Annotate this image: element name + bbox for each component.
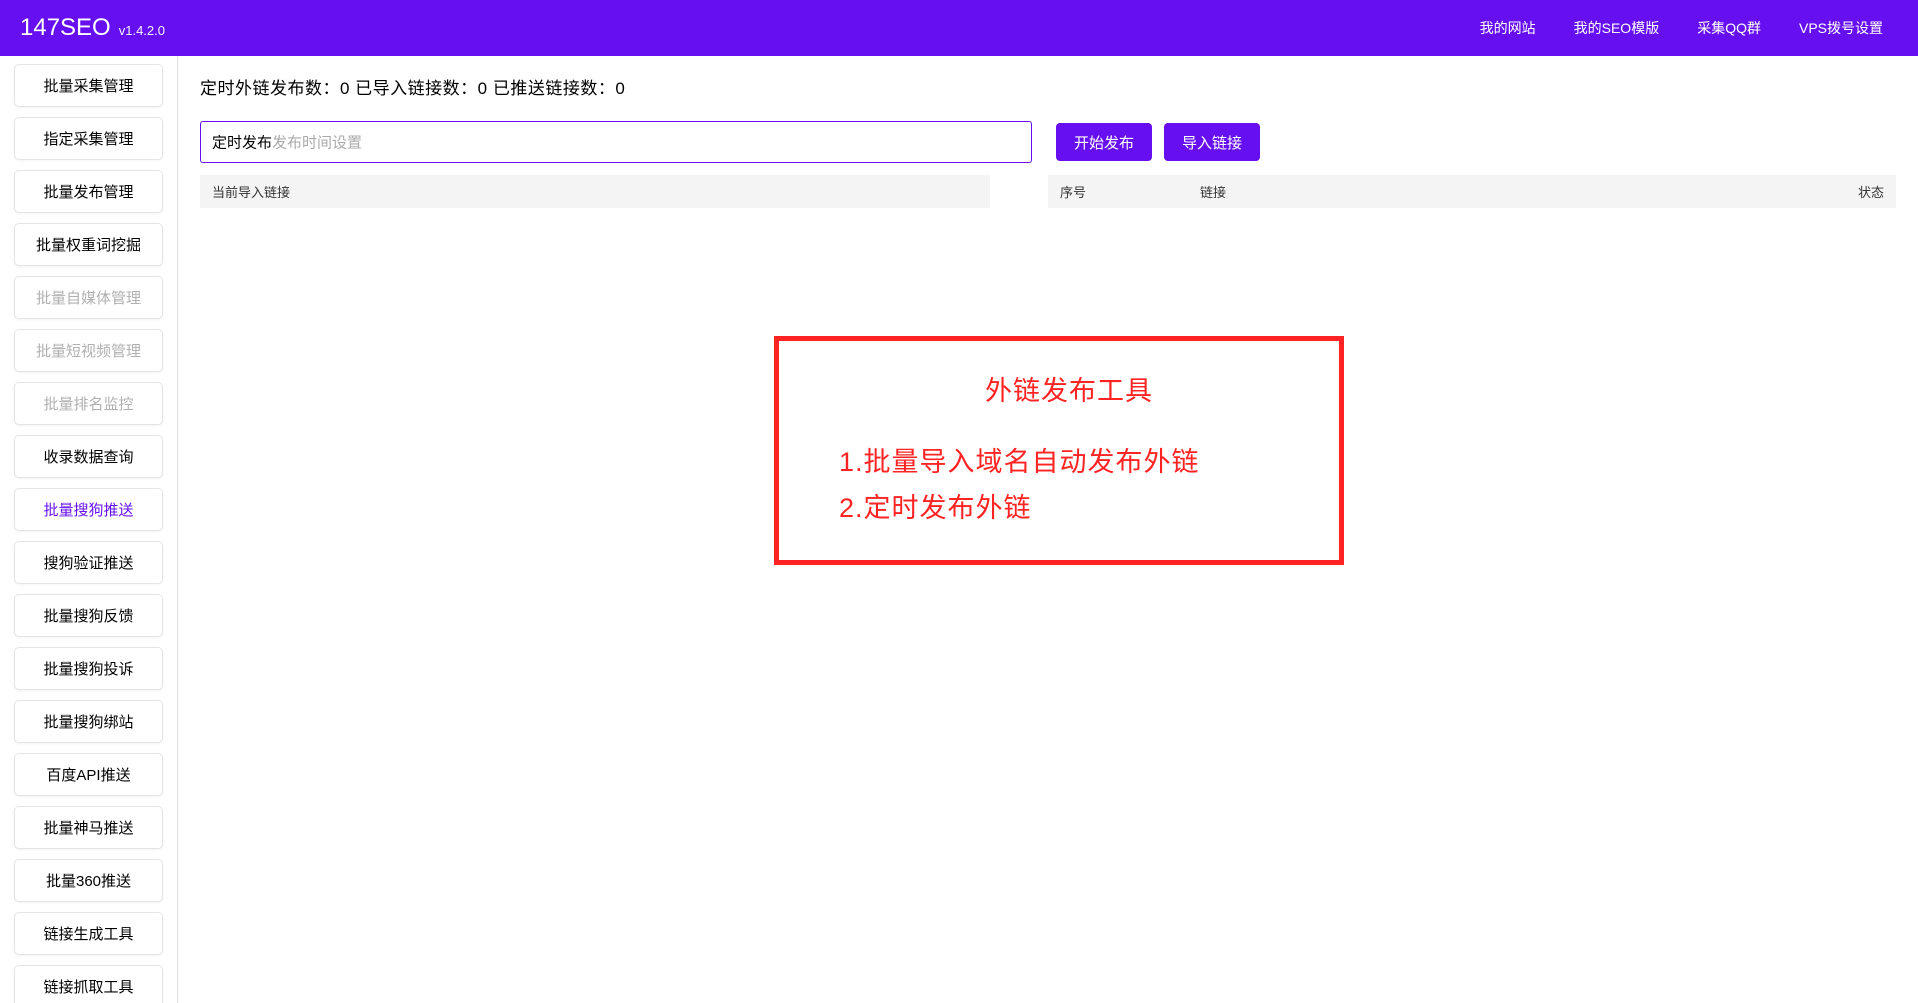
imported-links-table: 当前导入链接 <box>200 175 990 208</box>
publish-input-wrapper: 定时发布发布时间设置 <box>200 121 1032 163</box>
sidebar-item-rank-monitor: 批量排名监控 <box>14 382 163 425</box>
sidebar-item-sogou-complaint[interactable]: 批量搜狗投诉 <box>14 647 163 690</box>
controls-row: 定时发布发布时间设置 开始发布 导入链接 <box>200 121 1896 163</box>
app-logo: 147SEO <box>20 14 111 42</box>
sidebar-item-short-video: 批量短视频管理 <box>14 329 163 372</box>
sidebar-item-label: 批量采集管理 <box>43 78 133 95</box>
app-version: v1.4.2.0 <box>119 23 165 38</box>
col-status: 状态 <box>1824 182 1884 201</box>
sidebar-item-label: 链接生成工具 <box>43 926 133 943</box>
sidebar-item-label: 批量搜狗反馈 <box>43 608 133 625</box>
sidebar-item-self-media: 批量自媒体管理 <box>14 276 163 319</box>
sidebar-item-sogou-verify[interactable]: 搜狗验证推送 <box>14 541 163 584</box>
table-header-left: 当前导入链接 <box>200 175 990 208</box>
sidebar-item-label: 批量神马推送 <box>43 820 133 837</box>
sidebar-item-specified-collect[interactable]: 指定采集管理 <box>14 117 163 160</box>
sidebar-item-sogou-feedback[interactable]: 批量搜狗反馈 <box>14 594 163 637</box>
sidebar-item-label: 批量排名监控 <box>43 396 133 413</box>
sidebar-item-shenma-push[interactable]: 批量神马推送 <box>14 806 163 849</box>
publish-time-input[interactable] <box>200 121 1032 163</box>
sidebar-item-label: 链接抓取工具 <box>43 979 133 996</box>
sidebar-item-index-query[interactable]: 收录数据查询 <box>14 435 163 478</box>
header-left: 147SEO v1.4.2.0 <box>20 14 165 42</box>
sidebar-item-link-crawl[interactable]: 链接抓取工具 <box>14 965 163 1003</box>
sidebar-item-label: 批量搜狗绑站 <box>43 714 133 731</box>
col-link: 链接 <box>1200 182 1824 201</box>
sidebar-item-label: 指定采集管理 <box>43 131 133 148</box>
annotation-line-1: 1.批量导入域名自动发布外链 <box>839 440 1299 486</box>
status-table: 序号 链接 状态 <box>1048 175 1896 208</box>
col-seq: 序号 <box>1060 182 1200 201</box>
sidebar-item-batch-collect[interactable]: 批量采集管理 <box>14 64 163 107</box>
import-links-button[interactable]: 导入链接 <box>1164 123 1260 161</box>
sidebar-item-baidu-api[interactable]: 百度API推送 <box>14 753 163 796</box>
sidebar-item-sogou-push[interactable]: 批量搜狗推送 <box>14 488 163 531</box>
sidebar-item-label: 批量自媒体管理 <box>36 290 141 307</box>
sidebar-item-link-gen[interactable]: 链接生成工具 <box>14 912 163 955</box>
sidebar-item-sogou-bind[interactable]: 批量搜狗绑站 <box>14 700 163 743</box>
body-container: 批量采集管理 指定采集管理 批量发布管理 批量权重词挖掘 批量自媒体管理 批量短… <box>0 56 1918 1003</box>
sidebar: 批量采集管理 指定采集管理 批量发布管理 批量权重词挖掘 批量自媒体管理 批量短… <box>0 56 178 1003</box>
sidebar-item-weight-word[interactable]: 批量权重词挖掘 <box>14 223 163 266</box>
sidebar-item-label: 搜狗验证推送 <box>43 555 133 572</box>
nav-vps-dial[interactable]: VPS拨号设置 <box>1799 18 1883 38</box>
sidebar-item-label: 百度API推送 <box>46 767 130 784</box>
sidebar-item-label: 批量权重词挖掘 <box>36 237 141 254</box>
table-header-right: 序号 链接 状态 <box>1048 175 1896 208</box>
start-publish-button[interactable]: 开始发布 <box>1056 123 1152 161</box>
buttons-group: 开始发布 导入链接 <box>1056 123 1260 161</box>
nav-seo-template[interactable]: 我的SEO模版 <box>1574 18 1660 38</box>
sidebar-item-label: 批量搜狗投诉 <box>43 661 133 678</box>
sidebar-item-label: 批量搜狗推送 <box>43 502 133 519</box>
sidebar-item-360-push[interactable]: 批量360推送 <box>14 859 163 902</box>
sidebar-item-batch-publish[interactable]: 批量发布管理 <box>14 170 163 213</box>
sidebar-item-label: 收录数据查询 <box>43 449 133 466</box>
stats-line: 定时外链发布数：0 已导入链接数：0 已推送链接数：0 <box>200 74 1896 99</box>
tables-row: 当前导入链接 序号 链接 状态 <box>200 175 1896 208</box>
sidebar-item-label: 批量短视频管理 <box>36 343 141 360</box>
annotation-line-2: 2.定时发布外链 <box>839 486 1299 532</box>
nav-qq-group[interactable]: 采集QQ群 <box>1697 18 1761 38</box>
sidebar-item-label: 批量发布管理 <box>43 184 133 201</box>
app-header: 147SEO v1.4.2.0 我的网站 我的SEO模版 采集QQ群 VPS拨号… <box>0 0 1918 56</box>
annotation-title: 外链发布工具 <box>839 369 1299 408</box>
nav-my-site[interactable]: 我的网站 <box>1480 18 1536 38</box>
main-content: 定时外链发布数：0 已导入链接数：0 已推送链接数：0 定时发布发布时间设置 开… <box>178 56 1918 1003</box>
header-nav: 我的网站 我的SEO模版 采集QQ群 VPS拨号设置 <box>1480 18 1898 38</box>
annotation-box: 外链发布工具 1.批量导入域名自动发布外链 2.定时发布外链 <box>774 336 1344 565</box>
sidebar-item-label: 批量360推送 <box>46 873 131 890</box>
col-imported-links: 当前导入链接 <box>212 182 978 201</box>
